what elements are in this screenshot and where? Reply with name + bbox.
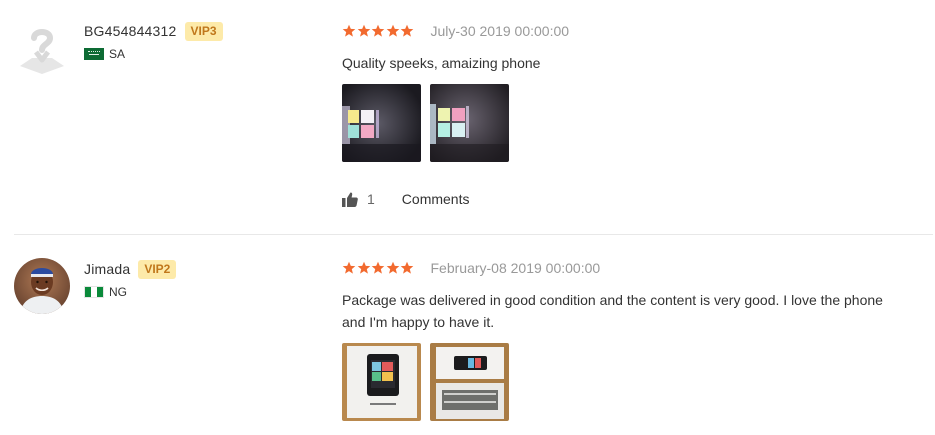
review-photos (342, 343, 902, 421)
star-icon (371, 24, 385, 37)
star-rating (342, 24, 415, 38)
avatar[interactable] (14, 258, 70, 314)
review-item: BG454844312 VIP3 SA July-30 2019 00:00:0… (0, 0, 935, 235)
reviewer-info: Jimada VIP2 NG (84, 259, 177, 299)
review-content: February-08 2019 00:00:00 Package was de… (342, 260, 902, 421)
review-photo[interactable] (342, 84, 421, 162)
nigeria-flag-icon (84, 286, 104, 298)
vip-badge: VIP3 (184, 21, 223, 41)
review-text: Package was delivered in good condition … (342, 292, 883, 330)
star-rating (342, 261, 415, 275)
comments-link[interactable]: Comments (402, 191, 470, 207)
star-icon (342, 261, 356, 274)
review-content: July-30 2019 00:00:00 Quality speeks, am… (342, 23, 902, 162)
like-count: 1 (367, 191, 375, 207)
user-photo-avatar (14, 258, 70, 314)
review-divider (14, 234, 933, 235)
star-icon (386, 261, 399, 274)
review-photo[interactable] (430, 84, 509, 162)
review-date: February-08 2019 00:00:00 (430, 260, 601, 276)
star-icon (371, 261, 385, 274)
star-icon (400, 261, 414, 274)
review-photos (342, 84, 902, 162)
country-code: NG (109, 285, 127, 299)
review-photo[interactable] (342, 343, 421, 421)
reviewer-name[interactable]: Jimada (84, 261, 130, 277)
avatar-placeholder[interactable] (14, 22, 70, 78)
review-item: Jimada VIP2 NG February-08 2019 00:00:00… (0, 236, 935, 435)
country-code: SA (109, 47, 126, 61)
review-text: Quality speeks, amaizing phone (342, 55, 541, 71)
reviewer-name[interactable]: BG454844312 (84, 23, 177, 39)
saudi-arabia-flag-icon (84, 48, 104, 60)
reviewer-info: BG454844312 VIP3 SA (84, 21, 223, 61)
review-photo[interactable] (430, 343, 509, 421)
thumbs-up-icon[interactable] (342, 192, 358, 207)
star-icon (400, 24, 414, 37)
star-icon (386, 24, 399, 37)
user-placeholder-icon (14, 22, 70, 78)
star-icon (357, 261, 370, 274)
star-icon (342, 24, 356, 37)
star-icon (357, 24, 370, 37)
review-date: July-30 2019 00:00:00 (430, 23, 570, 39)
review-actions: 1 Comments (342, 188, 469, 210)
vip-badge: VIP2 (138, 259, 177, 279)
